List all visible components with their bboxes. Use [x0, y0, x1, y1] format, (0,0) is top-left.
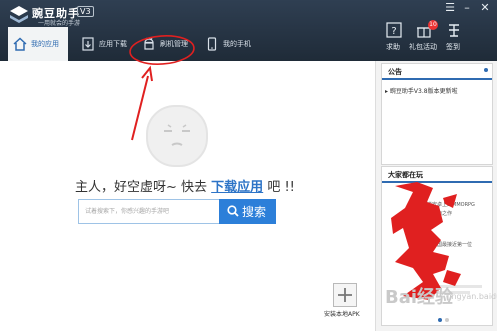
watermark-url: jingyan.baidu.com — [447, 292, 497, 301]
watermark-logo: Bai经验 — [385, 287, 454, 308]
red-annotation-arrow-icon — [129, 35, 195, 141]
